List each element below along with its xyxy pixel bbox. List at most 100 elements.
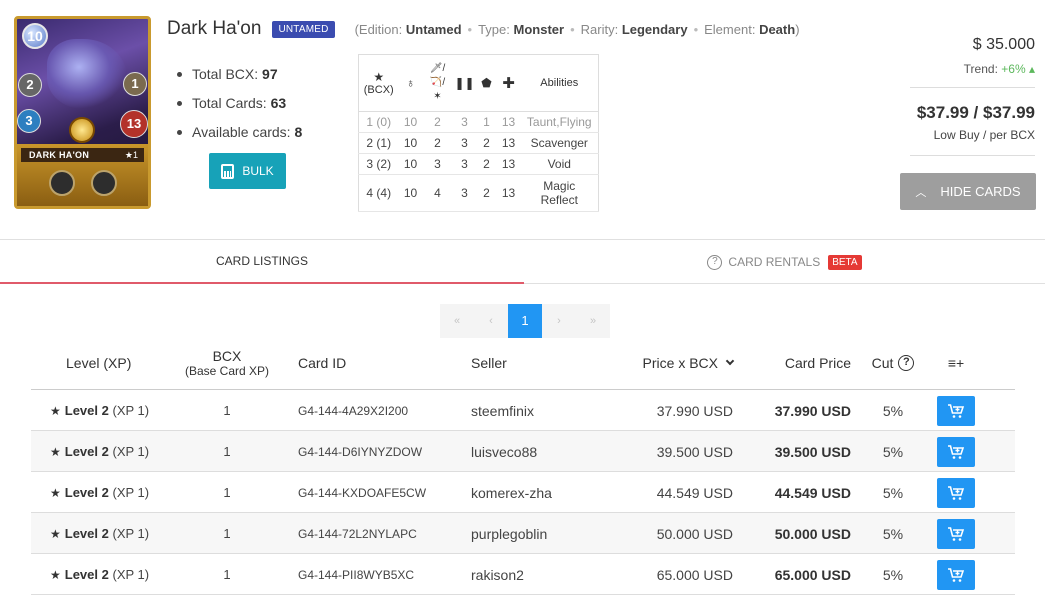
row-card-id[interactable]: G4-144-KXDOAFE5CW bbox=[298, 472, 426, 513]
star-icon: ★ bbox=[373, 70, 385, 84]
row-card-id[interactable]: G4-144-72L2NYLAPC bbox=[298, 513, 417, 554]
card-stat-right: 1 bbox=[123, 72, 147, 96]
hide-cards-button[interactable]: ︿ HIDE CARDS bbox=[900, 173, 1036, 210]
add-to-cart-button[interactable] bbox=[937, 436, 975, 467]
row-level: ★ Level 2 (XP 1) bbox=[50, 526, 150, 541]
row-bcx: 1 bbox=[223, 403, 231, 418]
add-to-cart-button[interactable] bbox=[937, 518, 975, 549]
row-card-id[interactable]: G4-144-4A29X2I200 bbox=[298, 390, 408, 431]
pagination: « ‹ 1 › » bbox=[440, 304, 610, 338]
cart-plus-icon bbox=[948, 485, 965, 500]
table-row: ★ Level 2 (XP 1) 1 G4-144-D6IYNYZDOW luis… bbox=[31, 431, 1015, 472]
mana-icon: ♁ bbox=[406, 76, 415, 90]
card-image: 10 2 1 3 13 DARK HA'ON ★1 bbox=[14, 16, 151, 209]
row-seller[interactable]: rakison2 bbox=[471, 554, 524, 595]
col-attack-header: 🗡/🏹/✶ bbox=[422, 54, 453, 112]
tab-card-listings[interactable]: CARD LISTINGS bbox=[0, 240, 524, 284]
card-meta: (Edition: Untamed • Type: Monster • Rarity: … bbox=[354, 21, 800, 37]
edition-badge: UNTAMED bbox=[272, 20, 335, 38]
level-stats-table: ★ (BCX) ♁ 🗡/🏹/✶ ❚❚ ⬟ ✚ Abilities 1 (0) 10 2… bbox=[358, 54, 599, 212]
header-bcx[interactable]: BCX (Base Card XP) bbox=[181, 335, 273, 390]
col-mana-header: ♁ bbox=[398, 54, 423, 112]
row-action bbox=[937, 513, 975, 554]
row-bcx: 1 bbox=[223, 444, 231, 459]
row-seller[interactable]: luisveco88 bbox=[471, 431, 537, 472]
card-speed-badge: 3 bbox=[17, 109, 41, 133]
row-price-bcx: 44.549 USD bbox=[656, 484, 733, 501]
add-to-cart-button[interactable] bbox=[937, 477, 975, 508]
cart-plus-icon bbox=[948, 444, 965, 459]
row-cut: 5% bbox=[882, 566, 904, 583]
row-bcx: 1 bbox=[223, 567, 231, 582]
card-level-label: ★1 bbox=[124, 150, 138, 160]
card-mana-badge: 10 bbox=[22, 23, 48, 49]
cart-plus-icon bbox=[948, 403, 965, 418]
chevron-up-icon: ︿ bbox=[915, 186, 927, 199]
row-level: ★ Level 2 (XP 1) bbox=[50, 403, 150, 418]
row-seller[interactable]: purplegoblin bbox=[471, 513, 547, 554]
add-to-cart-button[interactable] bbox=[937, 395, 975, 426]
level-row: 3 (2) 10 3 3 2 13 Void bbox=[358, 153, 599, 175]
page-last-button[interactable]: » bbox=[576, 304, 610, 338]
card-art-creature bbox=[47, 39, 127, 109]
row-bcx: 1 bbox=[223, 526, 231, 541]
row-seller[interactable]: komerex-zha bbox=[471, 472, 552, 513]
row-card-price: 39.500 USD bbox=[774, 443, 851, 460]
table-row: ★ Level 2 (XP 1) 1 G4-144-72L2NYLAPC purp… bbox=[31, 513, 1015, 554]
low-buy-block: $37.99 / $37.99 Low Buy / per BCX bbox=[917, 103, 1035, 142]
column-settings-icon[interactable]: ≡+ bbox=[937, 335, 975, 390]
page-prev-button[interactable]: ‹ bbox=[474, 304, 508, 338]
help-icon[interactable]: ? bbox=[898, 354, 915, 371]
row-level: ★ Level 2 (XP 1) bbox=[50, 444, 150, 459]
header-card-price[interactable]: Card Price bbox=[751, 335, 851, 390]
star-icon: ★ bbox=[50, 526, 61, 541]
row-action bbox=[937, 472, 975, 513]
cart-plus-icon bbox=[948, 526, 965, 541]
header-cut[interactable]: Cut? bbox=[871, 335, 915, 390]
low-buy-value: $37.99 / $37.99 bbox=[916, 103, 1035, 122]
attack-icon: 🗡/🏹/✶ bbox=[429, 63, 446, 102]
meta-element: Death bbox=[759, 21, 796, 37]
table-row: ★ Level 2 (XP 1) 1 G4-144-4A29X2I200 stee… bbox=[31, 390, 1015, 431]
col-armor-header: ⬟ bbox=[476, 54, 497, 112]
page-first-button[interactable]: « bbox=[440, 304, 474, 338]
page-next-button[interactable]: › bbox=[542, 304, 576, 338]
header-card-id[interactable]: Card ID bbox=[298, 335, 346, 390]
bulk-button[interactable]: BULK bbox=[209, 153, 286, 189]
market-price: $ 35.000 bbox=[972, 36, 1035, 53]
level-row: 1 (0) 10 2 3 1 13 Taunt,Flying bbox=[358, 111, 599, 133]
row-card-id[interactable]: G4-144-PII8WYB5XC bbox=[298, 554, 414, 595]
row-card-price: 37.990 USD bbox=[774, 402, 851, 419]
table-header: Level (XP) BCX (Base Card XP) Card ID Sel… bbox=[31, 335, 1015, 390]
add-to-cart-button[interactable] bbox=[937, 559, 975, 590]
shield-icon: ⬟ bbox=[481, 76, 492, 90]
help-icon: ? bbox=[707, 254, 723, 270]
row-bcx: 1 bbox=[223, 485, 231, 500]
health-icon: ✚ bbox=[502, 75, 515, 92]
row-price-bcx: 65.000 USD bbox=[656, 566, 733, 583]
header-price-bcx[interactable]: Price x BCX bbox=[621, 335, 735, 390]
calculator-icon bbox=[221, 163, 235, 179]
row-action bbox=[937, 431, 975, 472]
row-action bbox=[937, 390, 975, 431]
meta-rarity: Legendary bbox=[621, 21, 688, 37]
row-cut: 5% bbox=[882, 443, 904, 460]
row-price-bcx: 39.500 USD bbox=[656, 443, 733, 460]
title-row: Dark Ha'on UNTAMED (Edition: Untamed • Typ… bbox=[167, 18, 800, 40]
page-current-button[interactable]: 1 bbox=[508, 304, 542, 338]
cart-plus-icon bbox=[948, 567, 965, 582]
meta-edition: Untamed bbox=[405, 21, 462, 37]
row-seller[interactable]: steemfinix bbox=[471, 390, 534, 431]
star-icon: ★ bbox=[50, 567, 61, 582]
row-action bbox=[937, 554, 975, 595]
col-health-header: ✚ bbox=[496, 54, 521, 112]
ability-icon-flying bbox=[91, 170, 117, 196]
row-card-price: 50.000 USD bbox=[774, 525, 851, 542]
divider bbox=[910, 155, 1035, 156]
card-listings-table: Level (XP) BCX (Base Card XP) Card ID Sel… bbox=[31, 335, 1015, 595]
row-card-id[interactable]: G4-144-D6IYNYZDOW bbox=[298, 431, 422, 472]
meta-type: Monster bbox=[513, 21, 565, 37]
card-health-badge: 13 bbox=[120, 110, 148, 138]
header-seller[interactable]: Seller bbox=[471, 335, 507, 390]
tab-card-rentals[interactable]: ? CARD RENTALS BETA bbox=[524, 240, 1045, 284]
